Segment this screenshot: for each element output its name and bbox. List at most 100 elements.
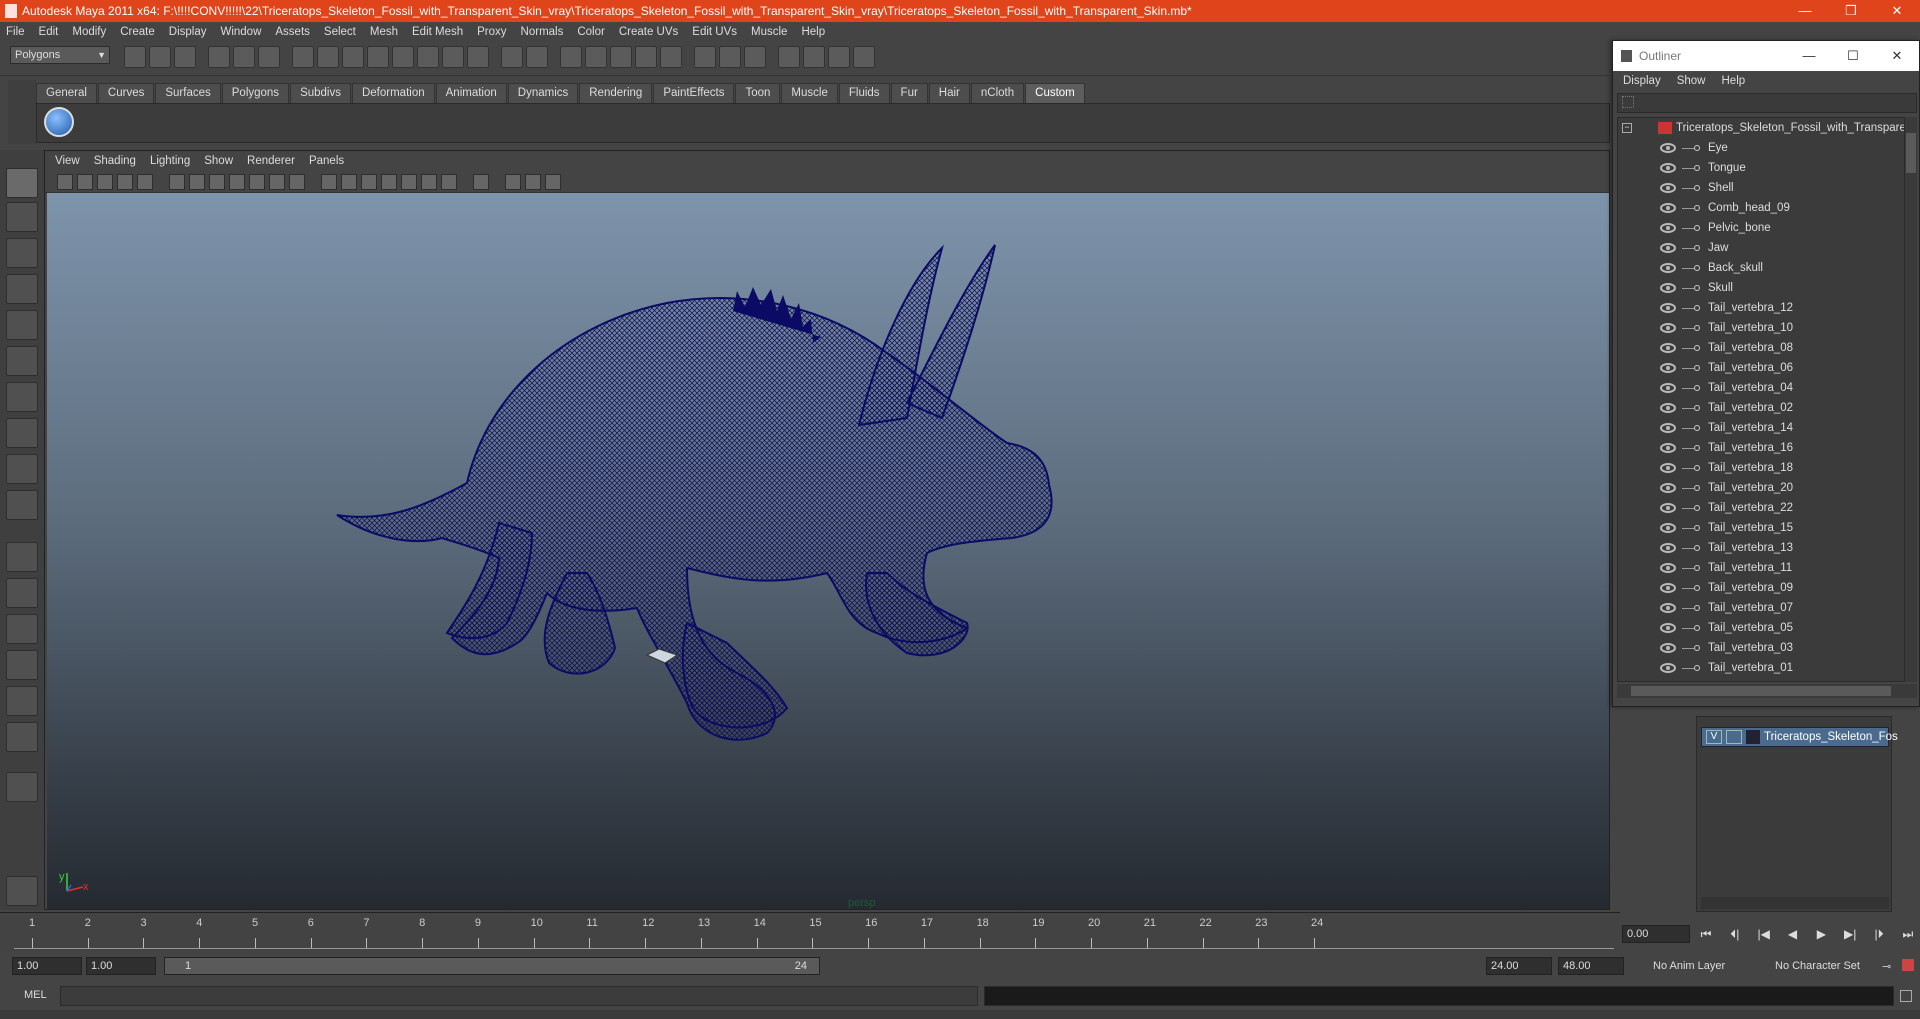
visibility-eye-icon[interactable] — [1660, 603, 1676, 613]
outliner-item[interactable]: Skull — [1618, 278, 1904, 298]
high-quality-icon[interactable] — [441, 174, 457, 190]
save-scene-icon[interactable] — [174, 46, 196, 68]
camera-attributes-icon[interactable] — [77, 174, 93, 190]
filter-icon[interactable] — [1622, 96, 1634, 108]
xray-icon[interactable] — [505, 174, 521, 190]
anim-layer-dropdown[interactable]: No Anim Layer — [1648, 957, 1754, 975]
menu-normals[interactable]: Normals — [521, 26, 564, 38]
play-forwards-button[interactable]: ▶ — [1809, 927, 1833, 941]
viewport-menu-view[interactable]: View — [55, 155, 80, 167]
select-object-icon[interactable] — [233, 46, 255, 68]
render-settings-icon[interactable] — [610, 46, 632, 68]
construction-history-icon[interactable] — [442, 46, 464, 68]
shelf-tab-subdivs[interactable]: Subdivs — [290, 83, 351, 103]
menu-help[interactable]: Help — [801, 26, 825, 38]
outliner-item[interactable]: Tail_vertebra_13 — [1618, 538, 1904, 558]
restore-button[interactable]: ❐ — [1828, 0, 1874, 22]
last-tool-icon[interactable] — [6, 490, 38, 520]
outliner-item[interactable]: Tail_vertebra_18 — [1618, 458, 1904, 478]
shelf-tab-surfaces[interactable]: Surfaces — [155, 83, 221, 103]
use-all-lights-icon[interactable] — [401, 174, 417, 190]
outliner-menu-show[interactable]: Show — [1677, 75, 1706, 87]
menu-file[interactable]: File — [6, 26, 25, 38]
select-tool-icon[interactable] — [6, 168, 38, 198]
outliner-item[interactable]: Tail_vertebra_03 — [1618, 638, 1904, 658]
shelf-tab-deformation[interactable]: Deformation — [351, 83, 435, 103]
outliner-item[interactable]: Tail_vertebra_16 — [1618, 438, 1904, 458]
menu-edit-mesh[interactable]: Edit Mesh — [412, 26, 463, 38]
gate-mask-icon[interactable] — [229, 174, 245, 190]
viewport-menu-renderer[interactable]: Renderer — [247, 155, 295, 167]
quick-layout-icon[interactable] — [6, 876, 38, 906]
backface-culling-icon[interactable] — [545, 174, 561, 190]
menu-edit[interactable]: Edit — [39, 26, 59, 38]
toggle-channel-box-icon[interactable] — [744, 46, 766, 68]
shelf-tab-custom[interactable]: Custom — [1025, 83, 1085, 103]
menu-select[interactable]: Select — [324, 26, 356, 38]
textured-icon[interactable] — [381, 174, 397, 190]
shelf-tab-muscle[interactable]: Muscle — [781, 83, 838, 103]
select-component-icon[interactable] — [258, 46, 280, 68]
shelf-tab-general[interactable]: General — [36, 83, 97, 103]
layer-horizontal-scrollbar[interactable] — [1701, 897, 1889, 909]
shelf-tab-fur[interactable]: Fur — [890, 83, 928, 103]
visibility-eye-icon[interactable] — [1660, 583, 1676, 593]
outliner-menu-help[interactable]: Help — [1722, 75, 1746, 87]
menu-color[interactable]: Color — [577, 26, 604, 38]
visibility-eye-icon[interactable] — [1660, 443, 1676, 453]
collapse-icon[interactable]: − — [1622, 123, 1632, 133]
field-chart-icon[interactable] — [249, 174, 265, 190]
visibility-eye-icon[interactable] — [1660, 223, 1676, 233]
outliner-item[interactable]: Tail_vertebra_06 — [1618, 358, 1904, 378]
menu-muscle[interactable]: Muscle — [751, 26, 787, 38]
outliner-item[interactable]: Tail_vertebra_12 — [1618, 298, 1904, 318]
visibility-eye-icon[interactable] — [1660, 263, 1676, 273]
outliner-item[interactable]: Jaw — [1618, 238, 1904, 258]
menu-modify[interactable]: Modify — [72, 26, 106, 38]
universal-manipulator-icon[interactable] — [6, 382, 38, 412]
move-tool-icon[interactable] — [6, 274, 38, 304]
shelf-options-handle[interactable] — [8, 80, 36, 144]
animation-preferences-icon[interactable] — [1902, 959, 1914, 971]
minimize-button[interactable]: — — [1782, 0, 1828, 22]
four-view-layout-icon[interactable] — [6, 578, 38, 608]
visibility-eye-icon[interactable] — [1660, 303, 1676, 313]
shelf-tab-animation[interactable]: Animation — [435, 83, 507, 103]
outliner-item[interactable]: Pelvic_bone — [1618, 218, 1904, 238]
shelf-tab-polygons[interactable]: Polygons — [221, 83, 290, 103]
outliner-toggle-icon[interactable] — [803, 46, 825, 68]
show-manipulator-icon[interactable] — [6, 454, 38, 484]
persp-outliner-layout-icon[interactable] — [6, 614, 38, 644]
viewport-menu-show[interactable]: Show — [204, 155, 233, 167]
grid-toggle-icon[interactable] — [169, 174, 185, 190]
visibility-eye-icon[interactable] — [1660, 183, 1676, 193]
snap-grid-icon[interactable] — [292, 46, 314, 68]
go-to-start-button[interactable]: ⏮ — [1694, 927, 1718, 942]
snap-view-plane-icon[interactable] — [367, 46, 389, 68]
playback-end-time-field[interactable]: 24.00 — [1486, 957, 1552, 975]
scale-tool-icon[interactable] — [6, 346, 38, 376]
visibility-eye-icon[interactable] — [1660, 203, 1676, 213]
layer-visibility-toggle[interactable]: V — [1706, 730, 1722, 744]
outliner-search-input[interactable] — [1640, 95, 1912, 111]
history-icon[interactable] — [417, 46, 439, 68]
go-to-end-button[interactable]: ⏭ — [1896, 927, 1920, 942]
outliner-horizontal-scrollbar[interactable] — [1617, 684, 1917, 698]
outliner-close-button[interactable]: ✕ — [1875, 41, 1919, 71]
visibility-eye-icon[interactable] — [1660, 483, 1676, 493]
command-input[interactable] — [60, 986, 978, 1006]
safe-title-icon[interactable] — [289, 174, 305, 190]
shelf-tab-fluids[interactable]: Fluids — [838, 83, 890, 103]
outliner-root-item[interactable]: − Triceratops_Skeleton_Fossil_with_Trans… — [1618, 118, 1904, 138]
outliner-item[interactable]: Tongue — [1618, 158, 1904, 178]
step-forward-key-button[interactable]: |⏵ — [1867, 927, 1891, 942]
smooth-shade-icon[interactable] — [341, 174, 357, 190]
toggle-tool-settings-icon[interactable] — [719, 46, 741, 68]
visibility-eye-icon[interactable] — [1660, 403, 1676, 413]
visibility-eye-icon[interactable] — [1660, 143, 1676, 153]
outliner-item[interactable]: Tail_vertebra_20 — [1618, 478, 1904, 498]
visibility-eye-icon[interactable] — [1660, 563, 1676, 573]
soft-modification-icon[interactable] — [6, 418, 38, 448]
selection-mask-icon[interactable] — [526, 46, 548, 68]
shelf-tab-ncloth[interactable]: nCloth — [970, 83, 1025, 103]
